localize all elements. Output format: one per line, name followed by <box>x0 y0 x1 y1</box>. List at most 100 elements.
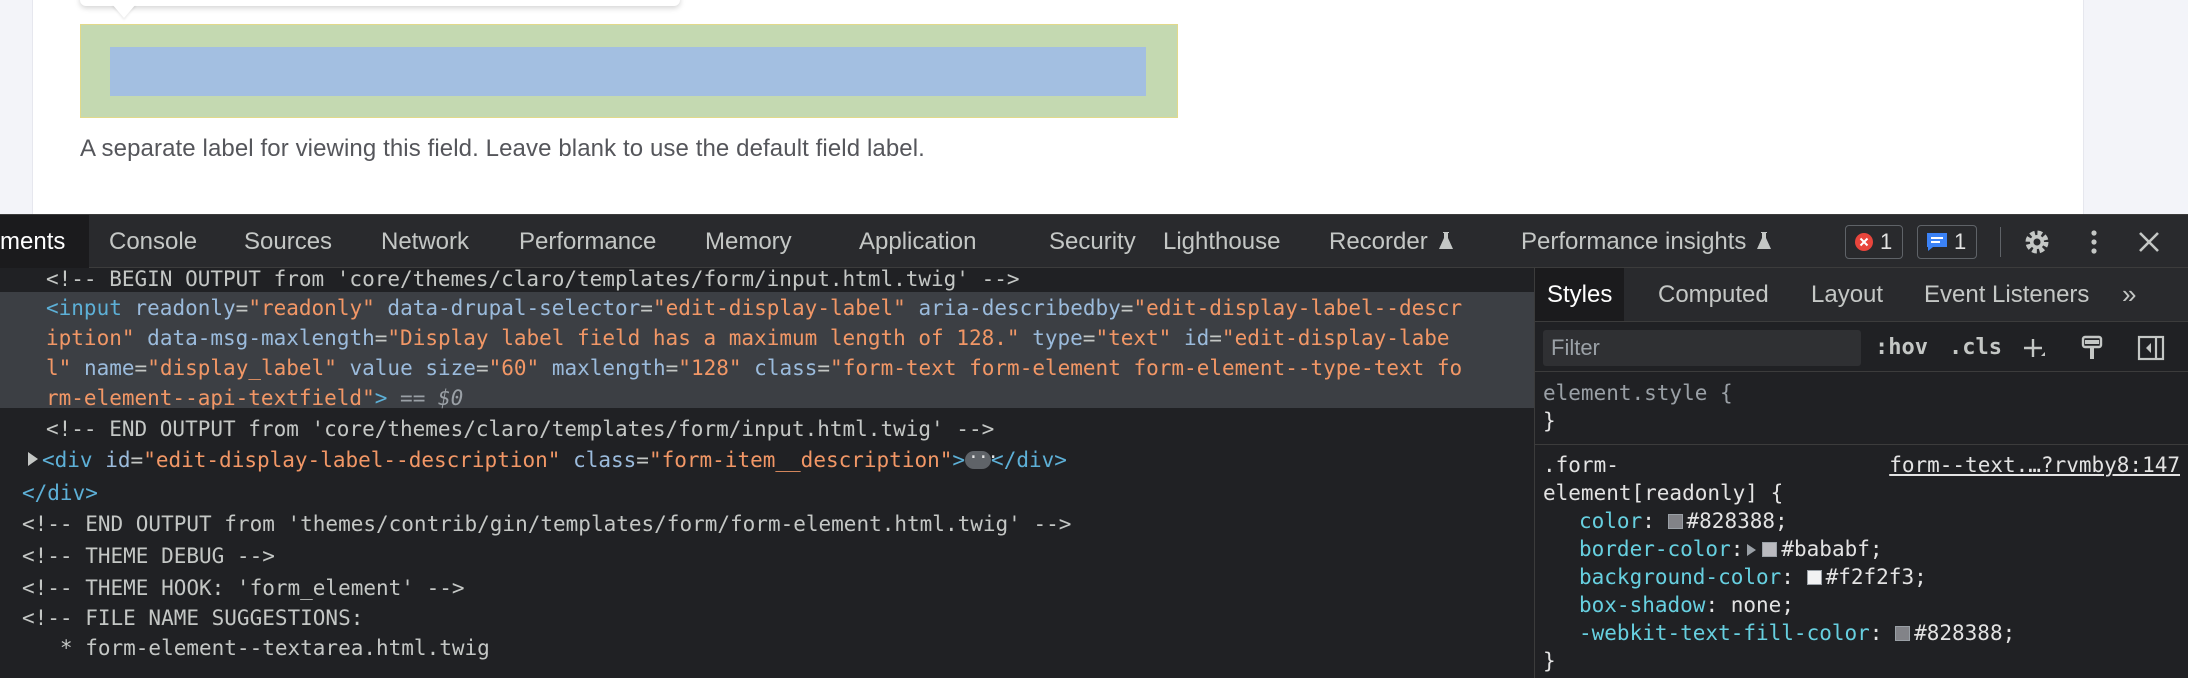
hover-state-toggle[interactable]: :hov <box>1875 330 1928 366</box>
toggle-sidebar-icon[interactable] <box>2137 334 2165 362</box>
dom-attr: size <box>425 356 476 380</box>
css-property-name: box-shadow <box>1579 593 1706 617</box>
css-property-row[interactable]: box-shadow: none; <box>1579 591 1794 619</box>
tab-styles[interactable]: Styles <box>1535 268 1625 321</box>
css-property-name: border-color <box>1579 537 1731 561</box>
dom-line[interactable]: <!-- FILE NAME SUGGESTIONS: <box>22 603 363 633</box>
dom-line-selected[interactable]: rm-element--api-textfield"> == $0 <box>46 383 463 413</box>
styles-filter-bar: Filter :hov .cls <box>1535 322 2188 372</box>
dom-attr: data-drupal-selector <box>387 296 641 320</box>
tab-network[interactable]: Network <box>381 215 469 268</box>
message-count-badge[interactable]: 1 <box>1917 225 1978 259</box>
dom-value: "edit-display-label" <box>652 296 906 320</box>
dom-value: "display_label" <box>147 356 337 380</box>
paint-brush-icon[interactable] <box>2079 334 2105 362</box>
experiment-flask-icon <box>1757 232 1772 249</box>
tab-application[interactable]: Application <box>859 215 976 268</box>
tab-security[interactable]: Security <box>1049 215 1136 268</box>
rule-selector-line-2[interactable]: element[readonly] { <box>1543 479 1783 507</box>
dom-attr: readonly <box>134 296 236 320</box>
tab-performance[interactable]: Performance <box>519 215 656 268</box>
dom-line[interactable]: </div> <box>22 478 98 508</box>
color-swatch[interactable] <box>1806 570 1822 585</box>
tab-lighthouse[interactable]: Lighthouse <box>1163 215 1280 268</box>
dom-line[interactable]: <!-- END OUTPUT from 'core/themes/claro/… <box>46 414 994 444</box>
close-icon[interactable] <box>2134 227 2164 257</box>
dom-line[interactable]: <!-- THEME DEBUG --> <box>22 541 275 571</box>
dom-attr: type <box>1032 326 1083 350</box>
css-property-name: background-color <box>1579 565 1782 589</box>
dom-value: "form-text form-element form-element--ty… <box>830 356 1463 380</box>
dom-line[interactable]: <!-- END OUTPUT from 'themes/contrib/gin… <box>22 509 1071 539</box>
new-style-rule-plus-icon[interactable] <box>2021 336 2047 362</box>
rule-selector-line-1[interactable]: .form- <box>1543 451 1619 479</box>
rule-source-link[interactable]: form--text.…?rvmby8:147 <box>1889 451 2180 479</box>
dom-comment: <!-- BEGIN OUTPUT from 'core/themes/clar… <box>46 268 1020 291</box>
css-property-row[interactable]: -webkit-text-fill-color: #828388; <box>1579 619 2015 647</box>
web-page-viewport: A separate label for viewing this field.… <box>0 0 2188 214</box>
tab-performance-insights[interactable]: Performance insights <box>1521 215 1772 268</box>
dom-value: "Display label field has a maximum lengt… <box>387 326 1020 350</box>
expand-shorthand-caret-icon[interactable] <box>1747 544 1757 556</box>
more-options-icon[interactable] <box>2079 227 2109 257</box>
display-label-input-content-box[interactable] <box>110 47 1146 96</box>
dom-value: l" <box>46 356 72 380</box>
color-swatch[interactable] <box>1895 626 1911 641</box>
tab-sources[interactable]: Sources <box>244 215 332 268</box>
dom-comment: <!-- THEME HOOK: 'form_element' --> <box>22 576 465 600</box>
dom-value: "edit-display-label--description" <box>143 448 561 472</box>
tab-elements[interactable]: ments <box>0 215 90 268</box>
class-toggle[interactable]: .cls <box>1949 330 2002 366</box>
collapsed-content-ellipsis-icon[interactable] <box>965 443 998 473</box>
dom-line-selected[interactable]: <input readonly="readonly" data-drupal-s… <box>46 293 1462 323</box>
dom-value: "text" <box>1095 326 1172 350</box>
dom-line[interactable]: <div id="edit-display-label--description… <box>28 443 1067 475</box>
dom-value: iption" <box>46 326 135 350</box>
tab-recorder[interactable]: Recorder <box>1329 215 1454 268</box>
dom-line[interactable]: <!-- BEGIN OUTPUT from 'core/themes/clar… <box>46 268 1020 294</box>
css-property-row[interactable]: background-color: #f2f2f3; <box>1579 563 1927 591</box>
more-tabs-chevron-icon[interactable]: » <box>2122 268 2136 321</box>
css-property-name: color <box>1579 509 1643 533</box>
css-property-row[interactable]: border-color: #bababf; <box>1579 535 1883 563</box>
error-icon <box>1855 233 1873 251</box>
dom-comment: <!-- END OUTPUT from 'themes/contrib/gin… <box>22 512 1072 536</box>
dom-value: "128" <box>678 356 742 380</box>
dom-attr: id <box>105 448 131 472</box>
styles-sidebar: Styles Computed Layout Event Listeners »… <box>1534 268 2188 678</box>
css-property-value: none <box>1730 593 1782 617</box>
dom-comment: <!-- FILE NAME SUGGESTIONS: <box>22 606 364 630</box>
selected-node-marker: == $0 <box>400 386 464 410</box>
rule-divider <box>1535 444 2188 445</box>
error-count-badge[interactable]: 1 <box>1845 225 1904 259</box>
dom-value: "60" <box>488 356 540 380</box>
styles-filter-input[interactable]: Filter <box>1543 330 1861 366</box>
css-property-row[interactable]: color: #828388; <box>1579 507 1788 535</box>
elements-dom-tree: <!-- BEGIN OUTPUT from 'core/themes/clar… <box>0 268 1534 678</box>
css-property-value: #828388 <box>1686 509 1776 533</box>
expand-caret-icon[interactable] <box>28 452 38 466</box>
dom-attr: class <box>573 448 637 472</box>
dom-comment: <!-- END OUTPUT from 'core/themes/claro/… <box>46 417 995 441</box>
dom-line[interactable]: * form-element--textarea.html.twig <box>22 633 490 663</box>
tab-layout[interactable]: Layout <box>1811 268 1883 321</box>
dom-attr: data-msg-maxlength <box>147 326 375 350</box>
dom-line-selected[interactable]: iption" data-msg-maxlength="Display labe… <box>46 323 1450 353</box>
color-swatch[interactable] <box>1667 514 1683 529</box>
dom-attr: id <box>1183 326 1210 350</box>
settings-gear-icon[interactable] <box>2022 227 2052 257</box>
dom-attr: name <box>83 356 135 380</box>
dom-line-selected[interactable]: l" name="display_label" value size="60" … <box>46 353 1462 383</box>
tab-computed[interactable]: Computed <box>1658 268 1769 321</box>
color-swatch[interactable] <box>1762 542 1778 557</box>
tab-memory[interactable]: Memory <box>705 215 792 268</box>
sidebar-tab-bar: Styles Computed Layout Event Listeners » <box>1535 268 2188 322</box>
tooltip-popup <box>80 0 680 6</box>
dom-line[interactable]: <!-- THEME HOOK: 'form_element' --> <box>22 573 465 603</box>
tab-console[interactable]: Console <box>109 215 197 268</box>
dom-value: "edit-display-label--descr <box>1133 296 1463 320</box>
dom-value: "readonly" <box>248 296 375 320</box>
element-style-rule[interactable]: element.style { <box>1543 379 1733 407</box>
tab-event-listeners[interactable]: Event Listeners <box>1924 268 2089 321</box>
css-property-value: #828388 <box>1914 621 2003 645</box>
